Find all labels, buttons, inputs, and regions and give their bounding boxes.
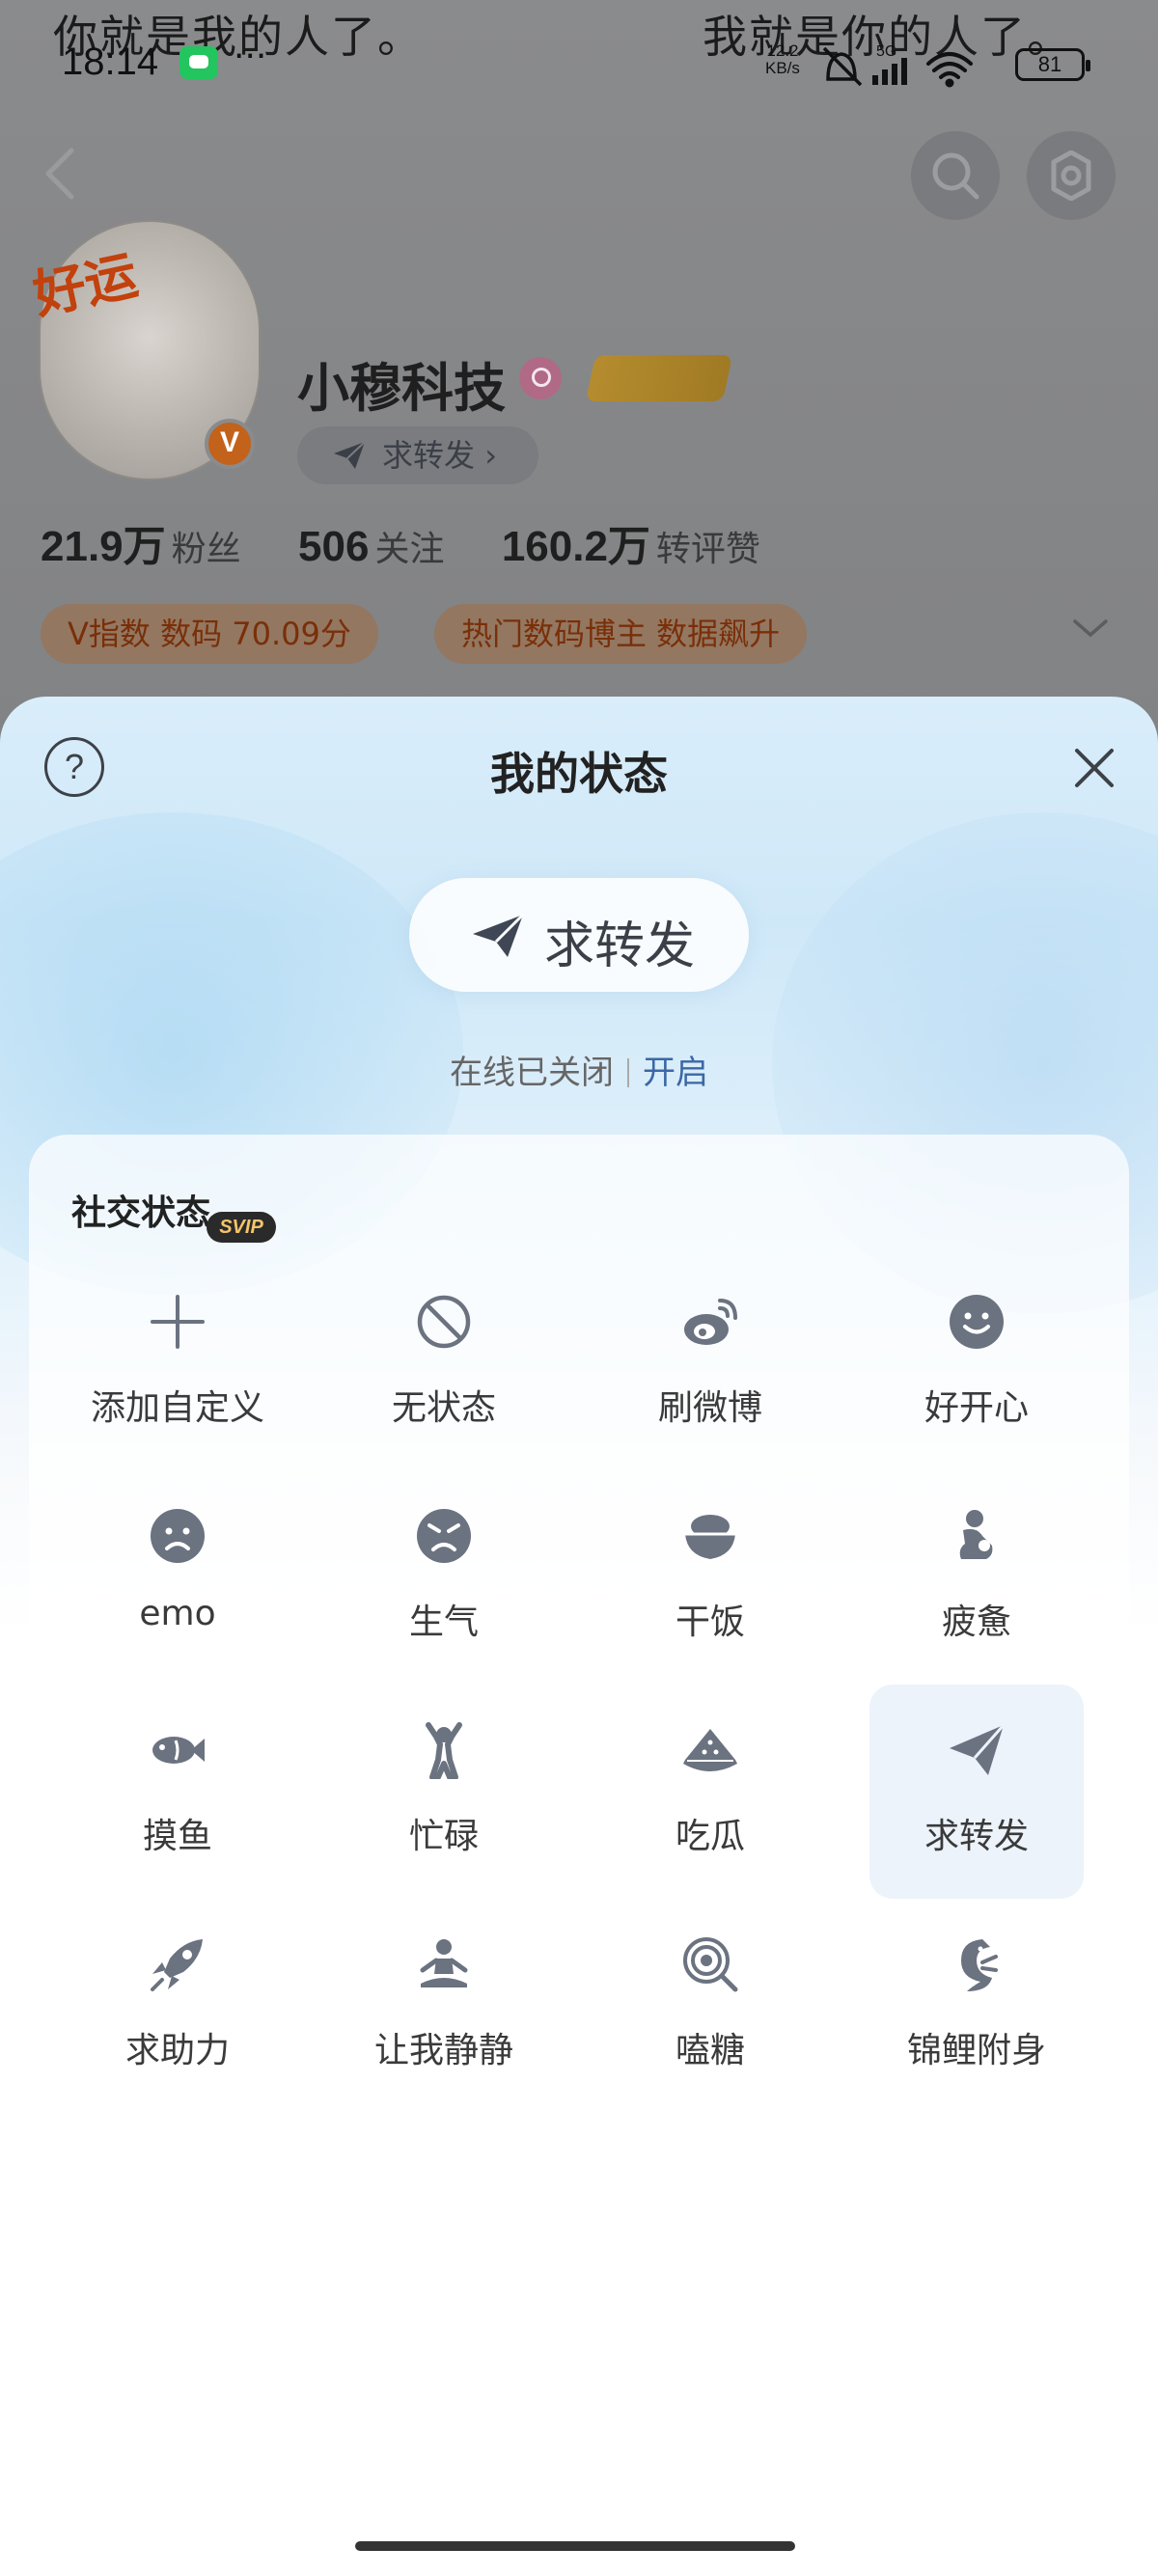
weibo-icon xyxy=(684,1299,737,1345)
verified-badge: V xyxy=(205,419,255,469)
engagement-label: 转评赞 xyxy=(655,530,760,569)
engagement-count[interactable]: 160.2万 xyxy=(502,523,650,570)
angry-face-icon xyxy=(417,1509,471,1563)
happy-face-icon xyxy=(950,1295,1004,1349)
status-item-label: 让我静静 xyxy=(373,2031,513,2070)
paper-plane-icon xyxy=(334,441,366,469)
gear-icon xyxy=(1051,151,1091,201)
fish-icon xyxy=(152,1737,205,1764)
rocket-icon xyxy=(151,1939,203,1991)
rice-bowl-icon xyxy=(685,1515,735,1559)
sad-face-icon xyxy=(151,1509,205,1563)
status-item-label: 吃瓜 xyxy=(675,1817,745,1856)
status-item-weibo[interactable]: 刷微博 xyxy=(603,1256,817,1470)
svip-badge: SVIP xyxy=(207,1212,276,1243)
close-icon[interactable] xyxy=(1071,745,1117,791)
meditate-icon xyxy=(420,1939,468,1987)
status-item-label: 疲惫 xyxy=(941,1603,1011,1642)
avatar[interactable]: 好运 V xyxy=(28,220,261,480)
status-item-label: 添加自定义 xyxy=(90,1388,264,1428)
social-status-panel: 社交状态 添加自定义 SVIP 无状态 刷微博 好开心 emo 生气 干饭 疲惫… xyxy=(29,1135,1129,2099)
divider xyxy=(627,1058,629,1087)
hot-blogger-tag[interactable]: 热门数码博主 数据飙升 xyxy=(434,604,808,664)
status-item-label: 锦鲤附身 xyxy=(906,2031,1046,2070)
status-item-repost[interactable]: 求转发 xyxy=(869,1685,1084,1899)
back-arrow-icon[interactable] xyxy=(37,145,85,203)
paper-plane-icon xyxy=(950,1724,1006,1775)
enable-online-link[interactable]: 开启 xyxy=(643,1054,708,1092)
status-item-quiet[interactable]: 让我静静 xyxy=(337,1899,551,2113)
status-sheet: ? 我的状态 求转发 在线已关闭 开启 社交状态 添加自定义 SVIP 无状态 … xyxy=(0,697,1158,2576)
current-status-label: 求转发 xyxy=(544,918,696,975)
username: 小穆科技 xyxy=(297,358,506,419)
watermelon-icon xyxy=(683,1729,737,1771)
status-item-label: emo xyxy=(139,1594,216,1633)
status-item-label: 嗑糖 xyxy=(675,2031,745,2070)
chevron-down-icon[interactable] xyxy=(1071,617,1110,641)
search-icon xyxy=(932,152,979,200)
current-status-pill[interactable]: 求转发 xyxy=(409,878,749,992)
status-item-label: 生气 xyxy=(408,1603,479,1642)
status-item-none[interactable]: 无状态 xyxy=(337,1256,551,1470)
signal-icons: 5G xyxy=(820,42,1004,95)
battery-indicator: 81 xyxy=(1015,48,1090,81)
status-item-watermelon[interactable]: 吃瓜 xyxy=(603,1685,817,1899)
profile-stats: 21.9万 粉丝 506 关注 160.2万 转评赞 xyxy=(41,511,805,573)
sheet-title: 我的状态 xyxy=(490,748,668,800)
busy-person-icon xyxy=(426,1722,462,1779)
status-item-slacking[interactable]: 摸鱼 xyxy=(70,1685,285,1899)
paper-plane-icon xyxy=(473,913,525,957)
network-type: 5G xyxy=(876,43,896,60)
mute-icon xyxy=(822,46,863,87)
plus-icon xyxy=(151,1295,205,1349)
status-item-angry[interactable]: 生气 xyxy=(337,1470,551,1685)
search-button[interactable] xyxy=(911,131,1000,220)
status-item-label: 干饭 xyxy=(675,1603,745,1642)
status-item-eating[interactable]: 干饭 xyxy=(603,1470,817,1685)
status-item-add-custom[interactable]: 添加自定义 xyxy=(70,1256,285,1470)
status-item-boost[interactable]: 求助力 xyxy=(70,1899,285,2113)
lollipop-icon xyxy=(683,1937,738,1992)
online-status-row: 在线已关闭 开启 xyxy=(0,1046,1158,1093)
v-index-tag[interactable]: V指数 数码 70.09分 xyxy=(41,604,378,664)
status-item-happy[interactable]: 好开心 xyxy=(869,1256,1084,1470)
network-speed: 12.2 KB/s xyxy=(765,41,800,77)
member-badge-icon[interactable] xyxy=(519,357,562,399)
profile-status-pill[interactable]: 求转发 › xyxy=(297,426,538,484)
status-item-label: 求助力 xyxy=(124,2031,230,2070)
profile-background: 你就是我的人了。 我就是你的人了。 18:14 ··· 12.2 KB/s 5G xyxy=(0,0,1158,733)
status-item-tired[interactable]: 疲惫 xyxy=(869,1470,1084,1685)
status-item-label: 好开心 xyxy=(924,1388,1029,1428)
home-indicator[interactable] xyxy=(355,2541,795,2551)
following-label: 关注 xyxy=(374,530,445,569)
status-item-label: 忙碌 xyxy=(408,1817,479,1856)
status-item-koi[interactable]: 锦鲤附身 xyxy=(869,1899,1084,2113)
status-item-label: 摸鱼 xyxy=(142,1817,212,1856)
cellular-signal-icon xyxy=(872,58,907,85)
tired-person-icon xyxy=(959,1510,993,1559)
followers-count[interactable]: 21.9万 xyxy=(41,523,166,570)
status-item-label: 刷微博 xyxy=(657,1388,762,1428)
status-bar: 18:14 ··· 12.2 KB/s 5G 81 xyxy=(0,37,1158,95)
status-item-candy[interactable]: 嗑糖 xyxy=(603,1899,817,2113)
clock: 18:14 xyxy=(62,41,159,83)
status-item-label: 求转发 xyxy=(924,1817,1029,1856)
wifi-icon xyxy=(926,52,973,88)
settings-button[interactable] xyxy=(1027,131,1116,220)
followers-label: 粉丝 xyxy=(171,530,241,569)
more-notifications-icon: ··· xyxy=(234,37,267,76)
chevron-right-icon: › xyxy=(484,437,497,474)
online-status-text: 在线已关闭 xyxy=(450,1054,614,1092)
message-notification-icon xyxy=(179,46,218,79)
status-item-emo[interactable]: emo xyxy=(70,1470,285,1685)
koi-icon xyxy=(961,1939,998,1991)
status-item-label: 无状态 xyxy=(391,1388,496,1428)
section-title: 社交状态 xyxy=(71,1193,211,1233)
rocket-medal-icon[interactable] xyxy=(585,355,733,401)
status-item-busy[interactable]: 忙碌 xyxy=(337,1685,551,1899)
prohibited-icon xyxy=(417,1295,471,1349)
following-count[interactable]: 506 xyxy=(298,523,369,570)
profile-status-label: 求转发 xyxy=(382,437,476,474)
